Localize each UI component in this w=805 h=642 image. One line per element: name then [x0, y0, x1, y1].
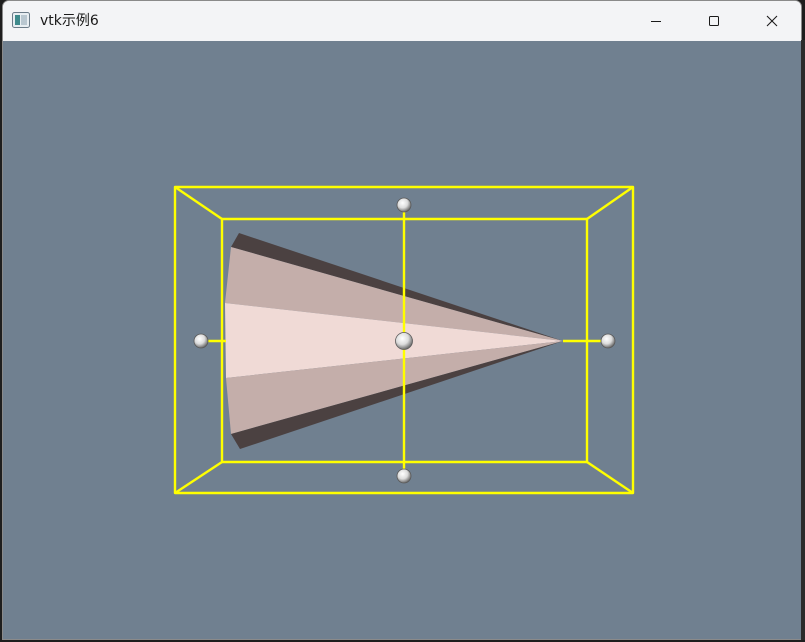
handle-left[interactable]: [193, 333, 209, 349]
close-icon: [766, 15, 778, 27]
title-bar[interactable]: vtk示例6: [3, 1, 801, 41]
handle-center[interactable]: [395, 332, 413, 350]
background-window-edge: [801, 40, 805, 640]
handle-top[interactable]: [396, 197, 412, 213]
window-title: vtk示例6: [40, 13, 99, 29]
box-edge-bl: [174, 460, 223, 495]
handle-bottom[interactable]: [396, 468, 412, 484]
box-edge-tr: [586, 186, 634, 220]
app-window: vtk示例6: [2, 0, 802, 640]
maximize-icon: [709, 16, 719, 26]
render-viewport[interactable]: [3, 41, 801, 639]
handle-right[interactable]: [600, 333, 616, 349]
close-button[interactable]: [749, 1, 795, 41]
vtk-app-icon: [12, 12, 30, 28]
cone-actor[interactable]: [225, 233, 563, 449]
box-edge-br: [586, 461, 634, 494]
minimize-button[interactable]: [633, 1, 679, 41]
minimize-icon: [651, 21, 661, 22]
box-edge-tl: [174, 186, 223, 220]
maximize-button[interactable]: [691, 1, 737, 41]
vtk-scene: [173, 185, 635, 495]
